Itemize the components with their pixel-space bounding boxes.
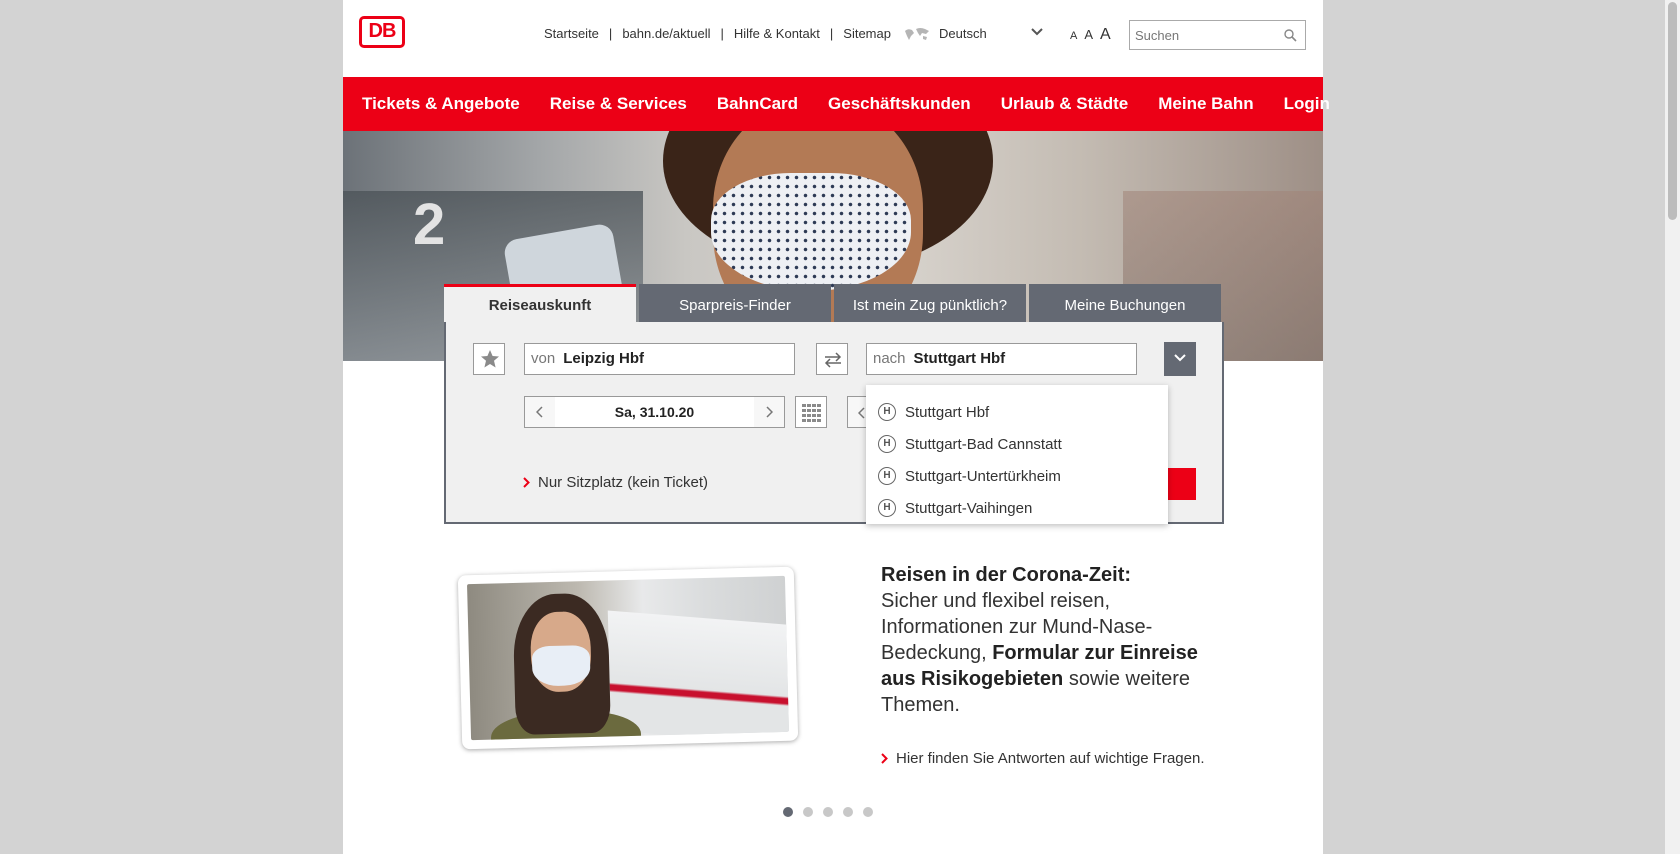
- teaser-link-label: Hier finden Sie Antworten auf wichtige F…: [896, 750, 1205, 767]
- nav-bahncard[interactable]: BahnCard: [717, 94, 798, 114]
- link-aktuell[interactable]: bahn.de/aktuell: [622, 26, 710, 41]
- seat-only-link[interactable]: Nur Sitzplatz (kein Ticket): [523, 474, 708, 491]
- chevron-down-icon[interactable]: [1030, 25, 1044, 39]
- booking-tabs: Reiseauskunft Sparpreis-Finder Ist mein …: [444, 284, 1224, 322]
- from-value: Leipzig Hbf: [563, 350, 645, 367]
- from-field[interactable]: von Leipzig Hbf: [524, 343, 795, 375]
- chevron-right-icon: [523, 477, 530, 488]
- link-startseite[interactable]: Startseite: [544, 26, 599, 41]
- suggestion-label: Stuttgart Hbf: [905, 403, 990, 421]
- station-suggestions: H Stuttgart Hbf H Stuttgart-Bad Cannstat…: [866, 385, 1168, 524]
- teaser-text: Reisen in der Corona-Zeit: Sicher und fl…: [881, 562, 1201, 718]
- stop-h-icon: H: [878, 435, 896, 453]
- carousel-dot[interactable]: [843, 807, 853, 817]
- from-prefix: von: [531, 350, 556, 367]
- suggestion-item[interactable]: H Stuttgart-Untertürkheim: [866, 460, 1168, 492]
- chevron-right-icon: [881, 753, 888, 764]
- tab-meine-buchungen[interactable]: Meine Buchungen: [1029, 284, 1221, 322]
- link-sitemap[interactable]: Sitemap: [843, 26, 891, 41]
- font-size-large[interactable]: A: [1100, 26, 1111, 44]
- chevron-down-icon: [1174, 354, 1186, 362]
- suggestion-label: Stuttgart-Vaihingen: [905, 499, 1033, 517]
- teaser-image[interactable]: [457, 566, 799, 750]
- carousel-dot[interactable]: [803, 807, 813, 817]
- world-map-icon: [905, 27, 929, 40]
- carousel-dots: [783, 807, 873, 817]
- suggestion-item[interactable]: H Stuttgart-Bad Cannstatt: [866, 428, 1168, 460]
- to-field[interactable]: nach Stuttgart Hbf: [866, 343, 1137, 375]
- db-logo[interactable]: DB: [359, 16, 405, 48]
- separator: |: [829, 26, 834, 41]
- font-size-medium[interactable]: A: [1084, 27, 1093, 42]
- service-nav: Startseite | bahn.de/aktuell | Hilfe & K…: [544, 26, 891, 41]
- nav-urlaub-staedte[interactable]: Urlaub & Städte: [1001, 94, 1129, 114]
- suggestion-item[interactable]: H Stuttgart-Vaihingen: [866, 492, 1168, 524]
- suggestion-item[interactable]: H Stuttgart Hbf: [866, 396, 1168, 428]
- language-select[interactable]: Deutsch: [903, 26, 1043, 41]
- carousel-dot[interactable]: [783, 807, 793, 817]
- chevron-left-icon: [858, 407, 865, 419]
- tab-zug-puenktlich[interactable]: Ist mein Zug pünktlich?: [834, 284, 1026, 322]
- carousel-dot[interactable]: [863, 807, 873, 817]
- link-hilfe-kontakt[interactable]: Hilfe & Kontakt: [734, 26, 820, 41]
- tab-reiseauskunft[interactable]: Reiseauskunft: [444, 284, 636, 322]
- calendar-icon: [802, 404, 821, 422]
- date-picker: Sa, 31.10.20: [524, 396, 785, 428]
- font-size-small[interactable]: A: [1070, 30, 1077, 42]
- site-search: [1129, 20, 1306, 50]
- scrollbar-thumb[interactable]: [1668, 2, 1677, 220]
- search-input[interactable]: [1130, 21, 1270, 49]
- favorites-button[interactable]: [473, 343, 505, 375]
- separator: |: [720, 26, 724, 41]
- teaser-faq-link[interactable]: Hier finden Sie Antworten auf wichtige F…: [881, 750, 1205, 767]
- suggestion-label: Stuttgart-Bad Cannstatt: [905, 435, 1062, 453]
- chevron-right-icon: [766, 406, 773, 418]
- suggestion-label: Stuttgart-Untertürkheim: [905, 467, 1061, 485]
- stop-h-icon: H: [878, 467, 896, 485]
- chevron-left-icon: [536, 406, 543, 418]
- separator: |: [608, 26, 613, 41]
- nav-reise-services[interactable]: Reise & Services: [550, 94, 687, 114]
- teaser-heading: Reisen in der Corona-Zeit:: [881, 564, 1132, 586]
- tab-sparpreis-finder[interactable]: Sparpreis-Finder: [639, 284, 831, 322]
- nav-meine-bahn[interactable]: Meine Bahn: [1158, 94, 1253, 114]
- nav-geschaeftskunden[interactable]: Geschäftskunden: [828, 94, 971, 114]
- carousel-dot[interactable]: [823, 807, 833, 817]
- stop-h-icon: H: [878, 403, 896, 421]
- font-size-controls: A A A: [1070, 26, 1111, 44]
- date-value[interactable]: Sa, 31.10.20: [555, 404, 754, 420]
- seat-only-label: Nur Sitzplatz (kein Ticket): [538, 474, 709, 491]
- to-value: Stuttgart Hbf: [913, 350, 1006, 367]
- nav-login[interactable]: Login: [1284, 94, 1330, 114]
- swap-stations-button[interactable]: [816, 343, 848, 375]
- more-options-button[interactable]: [1164, 342, 1196, 376]
- main-nav: Tickets & Angebote Reise & Services Bahn…: [343, 77, 1330, 131]
- language-label: Deutsch: [939, 26, 987, 41]
- to-prefix: nach: [873, 350, 906, 367]
- stop-h-icon: H: [878, 499, 896, 517]
- page: DB Startseite | bahn.de/aktuell | Hilfe …: [343, 0, 1330, 854]
- page-scrollbar[interactable]: [1665, 0, 1680, 854]
- calendar-button[interactable]: [795, 396, 827, 428]
- next-day-button[interactable]: [754, 397, 784, 427]
- previous-day-button[interactable]: [525, 397, 555, 427]
- star-icon: [481, 350, 499, 368]
- swap-icon: [824, 352, 842, 368]
- nav-tickets-angebote[interactable]: Tickets & Angebote: [362, 94, 520, 114]
- search-icon[interactable]: [1283, 28, 1297, 42]
